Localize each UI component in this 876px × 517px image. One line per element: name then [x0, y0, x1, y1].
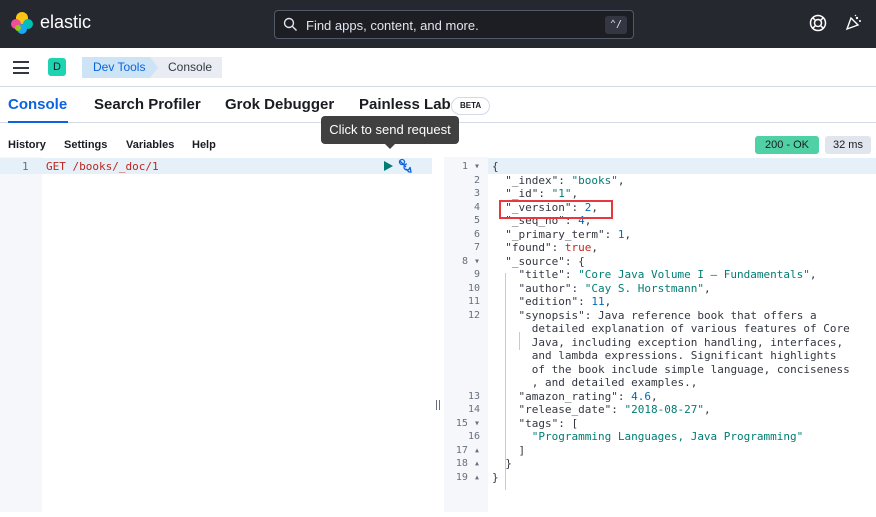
menu-toggle-icon[interactable]	[13, 61, 29, 74]
settings-link[interactable]: Settings	[64, 139, 107, 151]
response-line: "amazon_rating": 4.6,	[518, 389, 658, 403]
search-icon	[283, 17, 297, 31]
line-number: 18 ▴	[455, 458, 480, 469]
active-tab-indicator	[8, 121, 68, 123]
response-line: "Programming Languages, Java Programming…	[531, 430, 804, 443]
space-avatar[interactable]: D	[48, 58, 66, 76]
response-time-badge: 32 ms	[825, 136, 871, 154]
tooltip-arrow	[384, 143, 396, 149]
response-line: detailed explanation of various features…	[531, 322, 850, 335]
line-number: 7	[473, 242, 480, 253]
line-number: 4	[473, 201, 480, 213]
response-line: "_id": "1",	[505, 187, 579, 200]
version-highlight-box	[499, 200, 613, 219]
pane-splitter[interactable]	[432, 157, 444, 512]
line-number: 2	[473, 174, 480, 186]
response-line: "_index": "books",	[505, 173, 625, 187]
line-number: 19 ▴	[455, 471, 480, 483]
send-request-tooltip: Click to send request	[321, 116, 459, 144]
newsfeed-icon[interactable]	[843, 13, 863, 33]
breadcrumb-dev-tools[interactable]: Dev Tools	[82, 57, 159, 78]
line-number: 9	[473, 269, 480, 280]
line-number: 12	[467, 309, 480, 321]
tab-console[interactable]: Console	[8, 96, 67, 113]
response-line: Java, including exception handling, inte…	[531, 335, 844, 349]
send-request-icon[interactable]	[383, 161, 393, 171]
search-shortcut-badge: ⌃/	[605, 16, 627, 34]
breadcrumb-console: Console	[150, 57, 222, 78]
help-icon[interactable]	[808, 13, 828, 33]
resize-handle-icon[interactable]	[436, 400, 440, 410]
top-header: elastic Find apps, content, and more. ⌃/	[0, 0, 876, 48]
response-line: "author": "Cay S. Horstmann",	[518, 281, 711, 295]
response-line: {	[492, 160, 499, 173]
response-line: "_primary_term": 1,	[505, 227, 632, 241]
request-gutter	[0, 157, 42, 512]
tab-grok-debugger[interactable]: Grok Debugger	[225, 96, 334, 113]
line-number: 10	[467, 282, 480, 294]
response-line: "_source": {	[505, 254, 585, 268]
response-line: "release_date": "2018-08-27",	[518, 403, 711, 416]
response-line: of the book include simple language, con…	[531, 362, 850, 376]
line-number: 11	[467, 296, 480, 307]
brand-name[interactable]: elastic	[40, 12, 91, 33]
response-line: ]	[518, 443, 526, 457]
line-number: 8 ▾	[461, 255, 480, 267]
line-number: 5	[473, 215, 480, 226]
tab-search-profiler[interactable]: Search Profiler	[94, 96, 201, 113]
line-number: 1	[22, 160, 29, 173]
line-number: 15 ▾	[455, 417, 480, 429]
global-search[interactable]: Find apps, content, and more. ⌃/	[274, 10, 634, 39]
response-line: , and detailed examples.,	[531, 376, 698, 389]
indent-guide	[519, 332, 520, 350]
search-input[interactable]: Find apps, content, and more.	[306, 18, 479, 33]
response-line: "edition": 11,	[518, 295, 612, 308]
beta-badge: BETA	[451, 97, 491, 115]
wrench-icon[interactable]	[397, 158, 413, 174]
variables-link[interactable]: Variables	[126, 139, 174, 151]
response-line: }	[505, 457, 512, 470]
request-editor[interactable]: 1 GET /books/_doc/1	[0, 157, 432, 512]
elastic-logo-icon[interactable]	[10, 11, 34, 35]
line-number: 13	[467, 390, 480, 402]
response-line: and lambda expressions. Significant high…	[531, 349, 837, 362]
line-number: 17 ▴	[455, 444, 480, 456]
tab-painless-lab[interactable]: Painless Lab	[359, 96, 451, 113]
response-line: }	[492, 470, 499, 484]
line-number: 3	[473, 188, 480, 199]
history-link[interactable]: History	[8, 139, 46, 151]
response-line: "title": "Core Java Volume I – Fundament…	[518, 268, 817, 281]
response-line: "found": true,	[505, 241, 598, 254]
line-number: 16	[467, 431, 480, 442]
request-line[interactable]: GET /books/_doc/1	[46, 160, 159, 173]
line-number: 14	[467, 404, 480, 415]
indent-guide	[505, 273, 506, 490]
breadcrumb-bar: D Dev Tools Console	[0, 48, 876, 87]
help-link[interactable]: Help	[192, 139, 216, 151]
line-number: 6	[473, 228, 480, 240]
active-line	[488, 158, 876, 174]
status-code-badge: 200 - OK	[755, 136, 819, 154]
line-number: 1 ▾	[461, 161, 480, 172]
response-line: "synopsis": Java reference book that off…	[518, 308, 817, 322]
